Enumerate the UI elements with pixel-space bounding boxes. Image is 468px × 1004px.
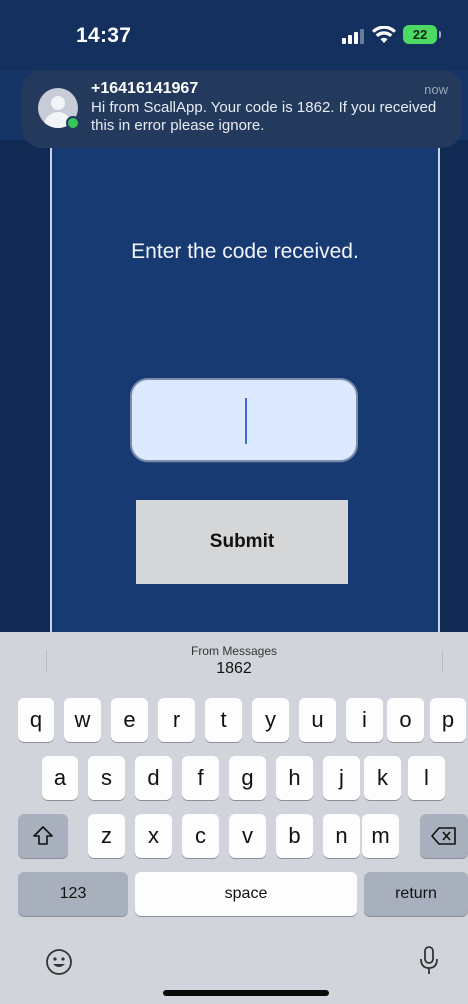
key-z[interactable]: z — [88, 814, 125, 858]
message-notification[interactable]: +16416141967 now Hi from ScallApp. Your … — [22, 70, 462, 148]
suggestion-code: 1862 — [216, 660, 252, 677]
key-h[interactable]: h — [276, 756, 313, 800]
key-t[interactable]: t — [205, 698, 242, 742]
status-time: 14:37 — [76, 24, 132, 47]
key-n[interactable]: n — [323, 814, 360, 858]
submit-button[interactable]: Submit — [136, 500, 348, 584]
notification-time: now — [424, 82, 448, 97]
emoji-icon[interactable] — [44, 947, 74, 977]
key-w[interactable]: w — [64, 698, 101, 742]
home-indicator[interactable] — [163, 990, 329, 996]
numbers-key[interactable]: 123 — [18, 872, 128, 916]
key-d[interactable]: d — [135, 756, 172, 800]
return-key[interactable]: return — [364, 872, 468, 916]
delete-key[interactable] — [420, 814, 468, 858]
text-caret — [245, 398, 247, 444]
key-g[interactable]: g — [229, 756, 266, 800]
key-b[interactable]: b — [276, 814, 313, 858]
key-y[interactable]: y — [252, 698, 289, 742]
key-m[interactable]: m — [362, 814, 399, 858]
key-c[interactable]: c — [182, 814, 219, 858]
cellular-signal-icon — [342, 28, 366, 44]
key-k[interactable]: k — [364, 756, 401, 800]
status-bar: 14:37 22 — [0, 0, 468, 70]
key-p[interactable]: p — [430, 698, 466, 742]
key-v[interactable]: v — [229, 814, 266, 858]
shift-icon — [33, 826, 53, 845]
messages-badge-icon — [66, 116, 80, 130]
keyboard: From Messages 1862 q w e r t y u i o p a… — [0, 632, 468, 1004]
notification-message: Hi from ScallApp. Your code is 1862. If … — [91, 99, 437, 134]
battery-indicator: 22 — [403, 25, 441, 44]
wifi-icon — [372, 26, 396, 43]
code-prompt: Enter the code received. — [131, 240, 359, 263]
delete-icon — [431, 827, 456, 845]
code-input[interactable] — [130, 378, 358, 462]
key-s[interactable]: s — [88, 756, 125, 800]
key-o[interactable]: o — [387, 698, 424, 742]
phone-screen: 14:37 22 +16416141967 now Hi from ScallA… — [0, 0, 468, 1004]
notification-sender: +16416141967 — [91, 80, 199, 97]
microphone-icon[interactable] — [417, 945, 441, 977]
key-a[interactable]: a — [42, 756, 78, 800]
autofill-suggestion[interactable]: From Messages 1862 — [0, 632, 468, 688]
key-f[interactable]: f — [182, 756, 219, 800]
suggestion-source: From Messages — [190, 644, 278, 658]
app-side-left — [0, 140, 50, 640]
key-x[interactable]: x — [135, 814, 172, 858]
key-i[interactable]: i — [346, 698, 383, 742]
key-r[interactable]: r — [158, 698, 195, 742]
key-q[interactable]: q — [18, 698, 54, 742]
key-j[interactable]: j — [323, 756, 360, 800]
shift-key[interactable] — [18, 814, 68, 858]
space-key[interactable]: space — [135, 872, 357, 916]
key-u[interactable]: u — [299, 698, 336, 742]
app-side-right — [440, 140, 468, 640]
key-l[interactable]: l — [408, 756, 445, 800]
key-e[interactable]: e — [111, 698, 148, 742]
